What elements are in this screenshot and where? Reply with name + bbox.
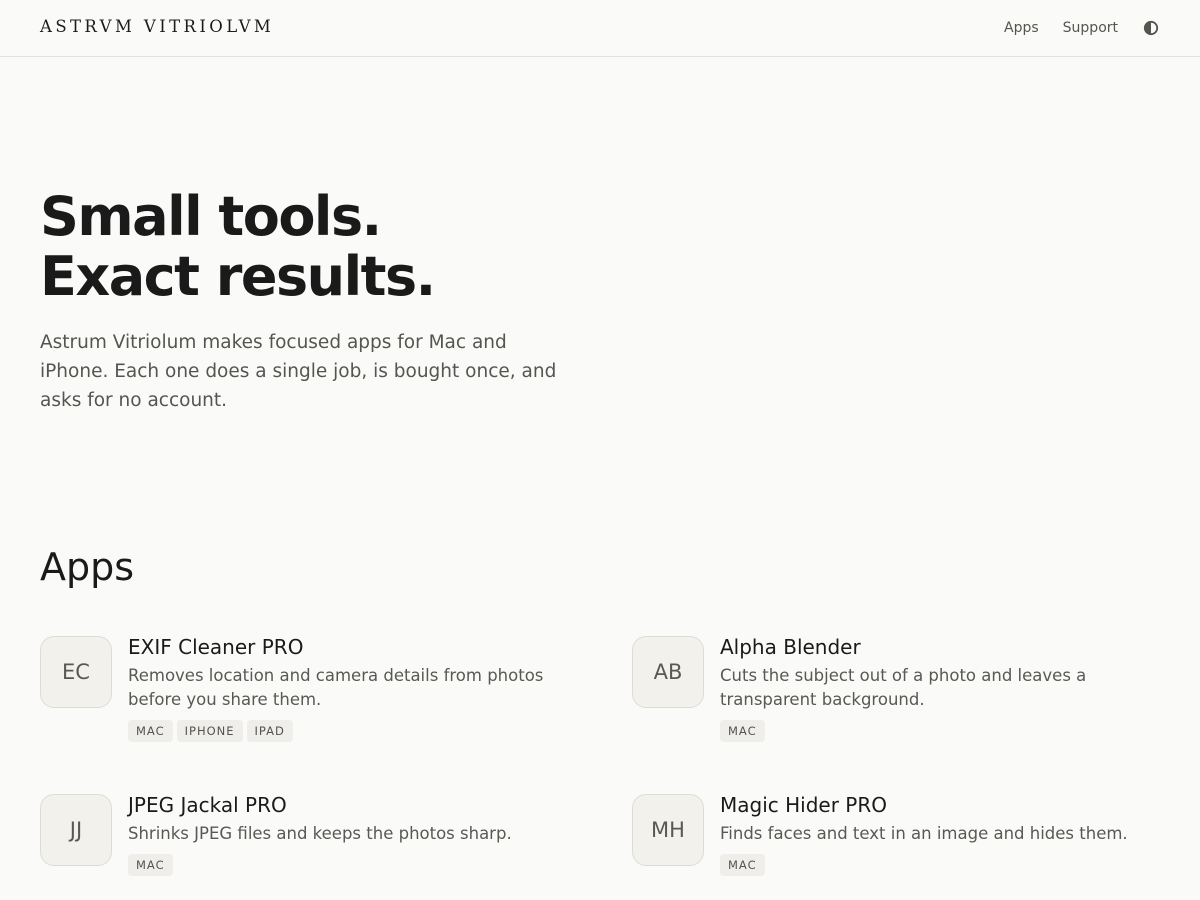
hero-description: Astrum Vitriolum makes focused apps for … <box>40 332 557 411</box>
platform-tag: MAC <box>720 720 765 742</box>
nav-link-apps[interactable]: Apps <box>1004 17 1039 39</box>
platform-tags: MAC <box>720 720 1170 742</box>
app-name[interactable]: JPEG Jackal PRO <box>128 791 578 819</box>
apps-section-title: Apps <box>40 545 135 589</box>
app-description: Shrinks JPEG files and keeps the photos … <box>128 824 512 843</box>
app-icon: JJ <box>40 794 112 866</box>
site-logo[interactable]: ASTRVM VITRIOLVM <box>40 16 274 38</box>
app-icon: AB <box>632 636 704 708</box>
app-description: Cuts the subject out of a photo and leav… <box>720 666 1087 709</box>
platform-tags: MAC IPHONE IPAD <box>128 720 578 742</box>
app-name[interactable]: Magic Hider PRO <box>720 791 1170 819</box>
app-body: Alpha Blender Cuts the subject out of a … <box>720 633 1170 742</box>
app-name[interactable]: Alpha Blender <box>720 633 1170 661</box>
main-nav: Apps Support <box>1004 17 1160 39</box>
platform-tag: IPAD <box>246 720 293 742</box>
platform-tag: MAC <box>128 720 173 742</box>
app-body: JPEG Jackal PRO Shrinks JPEG files and k… <box>128 791 578 876</box>
contrast-icon <box>1143 20 1159 36</box>
theme-toggle-button[interactable] <box>1142 17 1160 39</box>
platform-tags: MAC <box>720 854 1170 876</box>
app-body: Magic Hider PRO Finds faces and text in … <box>720 791 1170 876</box>
app-description: Removes location and camera details from… <box>128 666 544 709</box>
platform-tag: IPHONE <box>176 720 243 742</box>
site-header: ASTRVM VITRIOLVM Apps Support <box>0 0 1200 57</box>
hero-title: Small tools. Exact results. <box>40 185 436 308</box>
platform-tag: MAC <box>720 854 765 876</box>
platform-tag: MAC <box>128 854 173 876</box>
app-name[interactable]: EXIF Cleaner PRO <box>128 633 578 661</box>
app-icon: EC <box>40 636 112 708</box>
hero-title-line-2: Exact results. <box>40 245 436 308</box>
app-body: EXIF Cleaner PRO Removes location and ca… <box>128 633 578 742</box>
nav-link-support[interactable]: Support <box>1063 17 1118 39</box>
platform-tags: MAC <box>128 854 578 876</box>
app-description: Finds faces and text in an image and hid… <box>720 824 1128 843</box>
app-icon: MH <box>632 794 704 866</box>
hero-title-line-1: Small tools. <box>40 185 382 248</box>
